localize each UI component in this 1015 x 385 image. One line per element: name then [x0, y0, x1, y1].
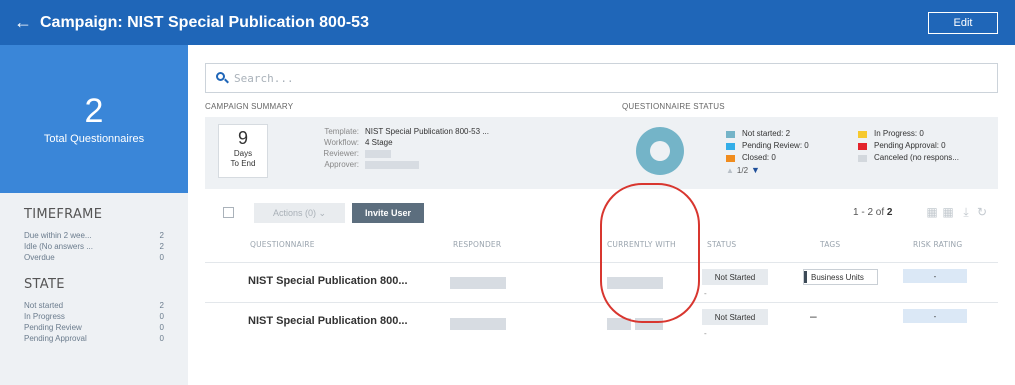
total-questionnaires-tile: 2 Total Questionnaires — [0, 45, 188, 193]
status-sub: - — [704, 329, 707, 338]
filter-label: Pending Review — [24, 323, 82, 332]
to-end-label: To End — [230, 159, 256, 168]
timeframe-heading: TIMEFRAME — [24, 207, 103, 222]
legend-swatch — [726, 142, 735, 150]
filter-item-not-started[interactable]: Not started 2 — [24, 300, 164, 311]
filter-item-due-within[interactable]: Due within 2 wee... 2 — [24, 230, 164, 241]
filter-count: 0 — [159, 312, 164, 321]
approver-redacted — [365, 161, 419, 169]
campaign-meta: Template: NIST Special Publication 800-5… — [305, 126, 489, 170]
workflow-key: Workflow: — [324, 138, 359, 147]
risk-rating: - — [903, 309, 967, 323]
filter-count: 0 — [159, 323, 164, 332]
tags-empty: – — [810, 309, 817, 323]
legend-swatch — [858, 130, 867, 138]
filter-label: Not started — [24, 301, 64, 310]
col-tags[interactable]: TAGS — [820, 240, 840, 249]
legend-canceled: Canceled (no respons... — [858, 152, 959, 164]
legend-in-progress: In Progress: 0 — [858, 128, 959, 140]
legend-pending-approval: Pending Approval: 0 — [858, 140, 959, 152]
legend-closed: Closed: 0 — [726, 152, 809, 164]
responder-redacted — [450, 277, 506, 289]
reviewer-redacted — [365, 150, 391, 158]
filter-item-idle[interactable]: Idle (No answers ... 2 — [24, 241, 164, 252]
pager-up-icon[interactable]: ▲ — [726, 166, 734, 175]
filter-count: 0 — [159, 253, 164, 262]
filter-count: 2 — [159, 242, 164, 251]
template-value: NIST Special Publication 800-53 ... — [365, 127, 489, 136]
col-risk-rating[interactable]: RISK RATING — [913, 240, 962, 249]
invite-user-button[interactable]: Invite User — [352, 203, 424, 223]
status-badge: Not Started — [702, 309, 768, 325]
risk-rating: - — [903, 269, 967, 283]
select-all-checkbox[interactable] — [223, 207, 234, 218]
search-icon — [216, 72, 229, 84]
back-arrow-icon[interactable]: ← — [8, 12, 38, 33]
filter-item-overdue[interactable]: Overdue 0 — [24, 252, 164, 263]
refresh-icon[interactable]: ↻ — [975, 205, 989, 219]
filter-sidebar: TIMEFRAME Due within 2 wee... 2 Idle (No… — [0, 193, 188, 385]
legend-swatch — [858, 154, 867, 162]
page-title: Campaign: NIST Special Publication 800-5… — [40, 13, 369, 31]
legend-pending-review: Pending Review: 0 — [726, 140, 809, 152]
status-sub: - — [704, 289, 707, 298]
reviewer-key: Reviewer: — [323, 149, 359, 158]
status-donut-chart — [636, 127, 684, 175]
filter-label: Due within 2 wee... — [24, 231, 92, 240]
col-responder[interactable]: RESPONDER — [453, 240, 501, 249]
chevron-down-icon: ⌄ — [318, 207, 327, 218]
top-bar: ← Campaign: NIST Special Publication 800… — [0, 0, 1015, 45]
filter-count: 2 — [159, 231, 164, 240]
col-status[interactable]: STATUS — [707, 240, 736, 249]
search-input[interactable] — [234, 71, 974, 85]
status-badge: Not Started — [702, 269, 768, 285]
filter-item-pending-approval[interactable]: Pending Approval 0 — [24, 333, 164, 344]
questionnaire-status-heading: QUESTIONNAIRE STATUS — [622, 102, 725, 111]
status-legend-right: In Progress: 0 Pending Approval: 0 Cance… — [858, 128, 959, 164]
state-heading: STATE — [24, 277, 65, 292]
edit-button[interactable]: Edit — [928, 12, 998, 34]
days-to-end-value: 9 — [237, 128, 248, 148]
col-questionnaire[interactable]: QUESTIONNAIRE — [250, 240, 315, 249]
total-questionnaires-label: Total Questionnaires — [43, 133, 145, 145]
filter-item-pending-review[interactable]: Pending Review 0 — [24, 322, 164, 333]
table-row[interactable]: NIST Special Publication 800... Not Star… — [205, 302, 998, 342]
filter-label: Pending Approval — [24, 334, 87, 343]
questionnaire-name[interactable]: NIST Special Publication 800... — [248, 315, 408, 327]
template-key: Template: — [324, 127, 359, 136]
campaign-summary-heading: CAMPAIGN SUMMARY — [205, 102, 294, 111]
pager-label: 1/2 — [736, 165, 749, 175]
legend-pager[interactable]: ▲ 1/2 ▼ — [726, 164, 809, 176]
filter-count: 0 — [159, 334, 164, 343]
filter-label: Overdue — [24, 253, 55, 262]
filter-count: 2 — [159, 301, 164, 310]
download-icon[interactable]: ⤓ — [959, 205, 973, 219]
filter-label: In Progress — [24, 312, 65, 321]
actions-dropdown[interactable]: Actions (0) ⌄ — [254, 203, 345, 223]
legend-swatch — [726, 154, 735, 162]
workflow-value: 4 Stage — [365, 138, 393, 147]
tag-chip[interactable]: Business Units — [803, 269, 878, 285]
filter-label: Idle (No answers ... — [24, 242, 93, 251]
days-to-end-box: 9 Days To End — [218, 124, 268, 178]
legend-swatch — [726, 130, 735, 138]
filter-item-in-progress[interactable]: In Progress 0 — [24, 311, 164, 322]
responder-redacted — [450, 318, 506, 330]
search-bar[interactable] — [205, 63, 998, 93]
total-questionnaires-count: 2 — [84, 92, 104, 130]
grid-view-icon[interactable]: ▦ — [925, 205, 939, 219]
legend-swatch — [858, 142, 867, 150]
questionnaire-name[interactable]: NIST Special Publication 800... — [248, 275, 408, 287]
annotation-circle — [600, 183, 700, 323]
legend-not-started: Not started: 2 — [726, 128, 809, 140]
approver-key: Approver: — [324, 160, 359, 169]
list-view-icon[interactable]: ▦ — [941, 205, 955, 219]
pager-down-icon[interactable]: ▼ — [751, 165, 760, 175]
campaign-summary-panel: 9 Days To End Template: NIST Special Pub… — [205, 117, 998, 189]
result-count: 1 - 2 of 2 — [853, 207, 893, 218]
days-label: Days — [233, 149, 253, 158]
status-legend-left: Not started: 2 Pending Review: 0 Closed:… — [726, 128, 809, 176]
